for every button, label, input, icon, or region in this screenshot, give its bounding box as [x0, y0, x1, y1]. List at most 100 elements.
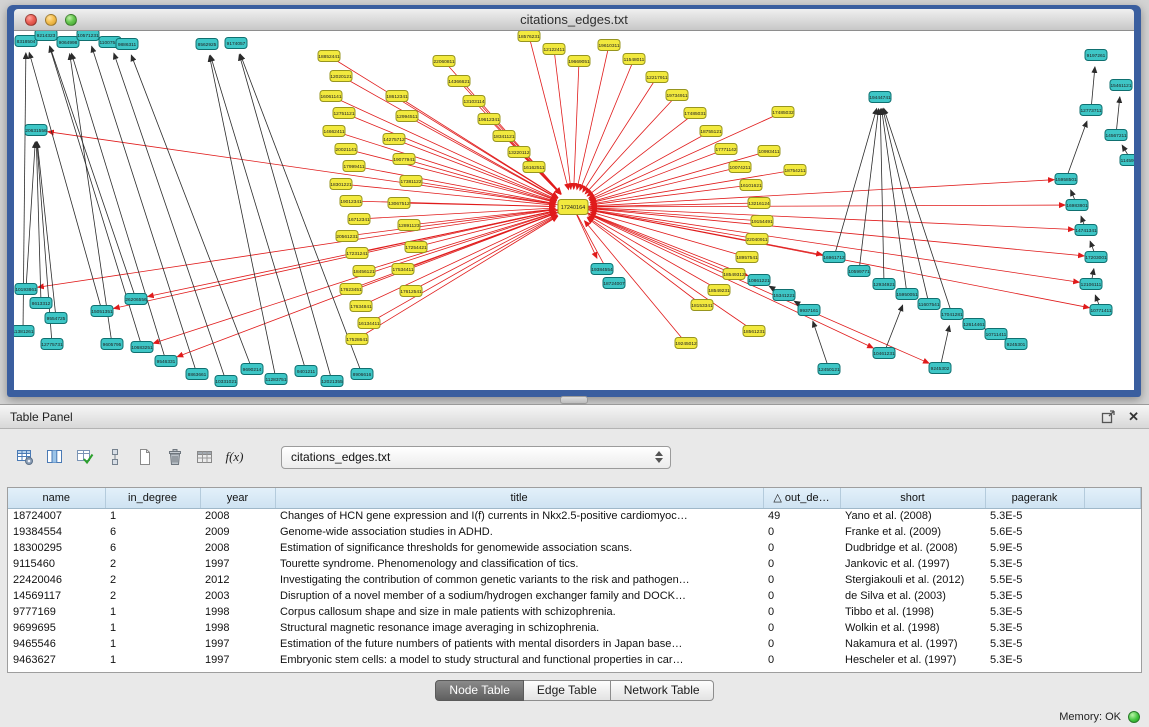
network-node[interactable]: 9214323 [35, 31, 57, 41]
network-node[interactable]: 9605795 [101, 339, 123, 350]
network-node[interactable]: 13067512 [388, 198, 410, 209]
network-node[interactable]: 8318504 [15, 36, 37, 47]
network-node[interactable]: 19734911 [666, 90, 688, 101]
network-node[interactable]: 9197261 [1085, 50, 1107, 61]
network-node[interactable]: 10993411 [758, 146, 780, 157]
network-node[interactable]: 12891123 [398, 220, 420, 231]
network-node[interactable]: 13103114 [463, 96, 485, 107]
network-node[interactable]: 18612341 [386, 91, 408, 102]
network-node[interactable]: 17203001 [1085, 252, 1107, 263]
network-node[interactable]: 15950051 [896, 289, 918, 300]
network-node[interactable]: 9245301 [1005, 339, 1027, 350]
table-row[interactable]: 911546021997Tourette syndrome. Phenomeno… [8, 556, 1141, 572]
network-node[interactable]: 14366621 [448, 76, 470, 87]
tab-network-table[interactable]: Network Table [611, 680, 714, 701]
network-node[interactable]: 11548011 [623, 54, 645, 65]
network-node[interactable]: 10711411 [985, 329, 1007, 340]
network-node[interactable]: 16983801 [1066, 200, 1088, 211]
network-node[interactable]: 12934921 [873, 279, 895, 290]
table-row[interactable]: 946554611997Estimation of the future num… [8, 636, 1141, 652]
network-node[interactable]: 16061141 [320, 91, 342, 102]
network-node[interactable]: 14662411 [323, 126, 345, 137]
network-node[interactable]: 20631556 [25, 125, 47, 136]
network-node[interactable]: 19384554 [591, 264, 613, 275]
network-node[interactable]: 9064998 [57, 37, 79, 48]
network-node[interactable]: 8613312 [30, 298, 52, 309]
network-node[interactable]: 16134411 [358, 318, 380, 329]
window-titlebar[interactable]: citations_edges.txt [14, 9, 1134, 31]
table-row[interactable]: 969969511998Structural magnetic resonanc… [8, 620, 1141, 636]
table-row[interactable]: 2242004622012Investigating the contribut… [8, 572, 1141, 588]
network-node[interactable]: 17381122 [400, 176, 422, 187]
network-node[interactable]: 18754211 [784, 165, 806, 176]
network-node[interactable]: 17771142 [715, 144, 737, 155]
close-window-button[interactable] [25, 14, 37, 26]
column-header-title[interactable]: title [275, 488, 763, 508]
column-header-short[interactable]: short [840, 488, 985, 508]
network-node[interactable]: 22040911 [746, 234, 768, 245]
network-node[interactable]: 18576231 [518, 31, 540, 42]
network-node[interactable]: 10331021 [215, 376, 237, 387]
row-options-icon[interactable] [101, 444, 128, 470]
network-node[interactable]: 19669051 [568, 56, 590, 67]
network-node[interactable]: 11381261 [14, 326, 34, 337]
table-row[interactable]: 977716911998Corpus callosum shape and si… [8, 604, 1141, 620]
network-node[interactable]: 17999411 [343, 161, 365, 172]
table-row[interactable]: 946362711997Embryonic stem cells: a mode… [8, 652, 1141, 668]
network-node[interactable]: 18341121 [493, 131, 515, 142]
network-node[interactable]: 13216124 [748, 198, 770, 209]
network-node[interactable]: 9245302 [929, 363, 951, 374]
network-node[interactable]: 16162511 [523, 162, 545, 173]
network-node[interactable]: 19444741 [869, 92, 891, 103]
network-canvas[interactable]: 8318504921432390649981057123111007541988… [14, 31, 1134, 390]
network-node[interactable]: 9937161 [798, 305, 820, 316]
tab-node-table[interactable]: Node Table [435, 680, 524, 701]
network-node[interactable]: 10599771 [848, 266, 870, 277]
network-node[interactable]: 12021355 [321, 376, 343, 387]
network-node[interactable]: 12450121 [818, 364, 840, 375]
new-file-icon[interactable] [131, 444, 158, 470]
network-node[interactable]: 18957541 [736, 252, 758, 263]
network-node[interactable]: 10193861 [15, 284, 37, 295]
table-selector-dropdown[interactable]: citations_edges.txt [281, 446, 671, 469]
network-node[interactable]: 12106111 [1080, 279, 1102, 290]
network-node[interactable]: 18549312 [723, 269, 745, 280]
network-node[interactable]: 11459911 [1120, 155, 1134, 166]
network-node[interactable]: 26206556 [125, 294, 147, 305]
import-table-icon[interactable] [191, 444, 218, 470]
network-node[interactable]: 9886311 [116, 39, 138, 50]
network-node[interactable]: 18724007 [603, 278, 625, 289]
network-node[interactable]: 13220112 [508, 147, 530, 158]
network-node[interactable]: 17231241 [346, 248, 368, 259]
network-node[interactable]: 10771411 [1090, 305, 1112, 316]
network-node[interactable]: 15341221 [773, 290, 795, 301]
network-node[interactable]: 17534411 [392, 264, 414, 275]
network-node[interactable]: 9174057 [225, 38, 247, 49]
network-node[interactable]: 20021141 [335, 144, 357, 155]
network-node[interactable]: 8906616 [351, 369, 373, 380]
network-node[interactable]: 22060811 [433, 56, 455, 67]
show-columns-icon[interactable] [41, 444, 68, 470]
network-node[interactable]: 17485031 [684, 108, 706, 119]
network-node[interactable]: 18549231 [708, 285, 730, 296]
network-node[interactable]: 10571231 [77, 31, 99, 41]
network-node[interactable]: 14275712 [383, 134, 405, 145]
network-node[interactable]: 17623451 [340, 284, 362, 295]
network-node[interactable]: 11283751 [265, 374, 287, 385]
network-node[interactable]: 18852441 [318, 51, 340, 62]
network-node[interactable]: 18301221 [330, 179, 352, 190]
network-node[interactable]: 16961712 [823, 252, 845, 263]
network-node[interactable]: 16712341 [348, 214, 370, 225]
table-mode-icon[interactable] [11, 444, 38, 470]
tab-edge-table[interactable]: Edge Table [524, 680, 611, 701]
network-node[interactable]: 8562925 [196, 39, 218, 50]
network-node[interactable]: 12217911 [646, 72, 668, 83]
network-node[interactable]: 10683251 [131, 342, 153, 353]
table-row[interactable]: 1456911722003Disruption of a novel membe… [8, 588, 1141, 604]
network-node[interactable]: 11607541 [918, 299, 940, 310]
edit-columns-icon[interactable] [71, 444, 98, 470]
network-node[interactable]: 16101621 [740, 180, 762, 191]
network-node[interactable]: 19077941 [393, 154, 415, 165]
network-node[interactable]: 9546331 [155, 356, 177, 367]
network-node[interactable]: 8863661 [186, 369, 208, 380]
